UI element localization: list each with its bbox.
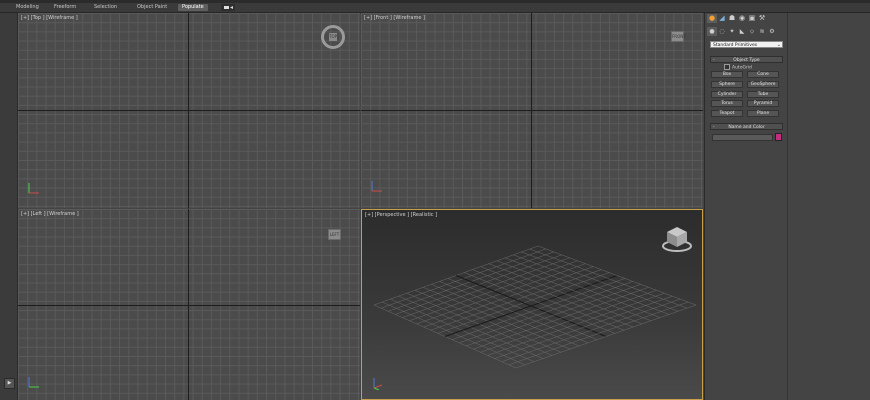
play-button[interactable]: ▶ xyxy=(4,378,15,389)
pyramid-button[interactable]: Pyramid xyxy=(747,100,779,107)
utilities-tab-icon[interactable]: ⚒ xyxy=(757,14,767,23)
grid-line xyxy=(494,295,673,359)
axis-gizmo-icon xyxy=(28,183,39,194)
primitive-type-value: Standard Primitives xyxy=(713,43,758,48)
lights-icon[interactable]: ✦ xyxy=(727,27,737,36)
box-button[interactable]: Box xyxy=(711,71,743,78)
viewcube[interactable]: TOP xyxy=(321,25,345,49)
object-type-rollout-header[interactable]: - Object Type xyxy=(710,56,783,63)
primitive-type-select[interactable]: Standard Primitives ⌄ xyxy=(710,41,783,48)
viewport-top-label[interactable]: [+] [Top ] [Wireframe ] xyxy=(21,15,78,21)
viewport-left[interactable]: [+] [Left ] [Wireframe ] LEFT xyxy=(18,209,360,400)
viewcube-face[interactable]: TOP xyxy=(329,33,337,41)
systems-icon[interactable]: ⚙ xyxy=(767,27,777,36)
category-icons: ● ◌ ✦ ◣ ⬦ ≋ ⚙ xyxy=(707,27,785,36)
ribbon-tab-freeform[interactable]: Freeform xyxy=(50,4,80,11)
viewport-front[interactable]: [+] [Front ] [Wireframe ] FRONT xyxy=(361,13,703,208)
tube-button[interactable]: Tube xyxy=(747,91,779,98)
sphere-button[interactable]: Sphere xyxy=(711,81,743,88)
collapse-icon: - xyxy=(713,125,715,130)
geosphere-button[interactable]: GeoSphere xyxy=(747,81,779,88)
hierarchy-tab-icon[interactable]: ☗ xyxy=(727,14,737,23)
chevron-down-icon: ⌄ xyxy=(776,42,781,48)
axis-gizmo-icon xyxy=(371,181,382,192)
viewport-top[interactable]: [+] [Top ] [Wireframe ] TOP xyxy=(18,13,360,208)
grid-line xyxy=(515,304,697,369)
name-and-color-rollout-header[interactable]: - Name and Color xyxy=(710,123,783,130)
viewport-perspective[interactable]: [+] [Perspective ] [Realistic ] xyxy=(361,209,703,400)
ribbon-tab-populate[interactable]: Populate xyxy=(178,4,208,11)
grid-line xyxy=(537,245,697,306)
space-warps-icon[interactable]: ≋ xyxy=(757,27,767,36)
ribbon-tab-object-paint[interactable]: Object Paint xyxy=(133,4,171,11)
viewport-front-label[interactable]: [+] [Front ] [Wireframe ] xyxy=(364,15,425,21)
ribbon-dropdown[interactable] xyxy=(221,4,235,11)
viewport-left-label[interactable]: [+] [Left ] [Wireframe ] xyxy=(21,211,79,217)
grid-axis-z xyxy=(188,209,189,400)
right-panel xyxy=(787,13,870,400)
create-tab-icon[interactable]: ● xyxy=(707,14,717,23)
ribbon-tab-modeling[interactable]: Modeling xyxy=(12,4,43,11)
grid-axis-x xyxy=(18,110,360,111)
perspective-grid xyxy=(373,245,697,369)
checkbox-icon xyxy=(724,64,730,70)
grid-axis-x xyxy=(361,110,703,111)
name-and-color-title: Name and Color xyxy=(728,125,765,130)
autogrid-label: AutoGrid xyxy=(732,65,752,71)
command-panel: ● ◢ ☗ ◉ ▣ ⚒ ● ◌ ✦ ◣ ⬦ ≋ ⚙ Standard Primitives ⌄ - O… xyxy=(704,13,787,400)
grid-line xyxy=(521,251,679,312)
command-panel-tabs: ● ◢ ☗ ◉ ▣ ⚒ xyxy=(707,14,785,23)
helpers-icon[interactable]: ⬦ xyxy=(747,27,757,36)
object-color-swatch[interactable] xyxy=(775,133,782,141)
cylinder-button[interactable]: Cylinder xyxy=(711,91,743,98)
viewcube-icon[interactable] xyxy=(661,224,697,254)
viewcube[interactable]: LEFT xyxy=(328,229,341,240)
autogrid-checkbox[interactable]: AutoGrid xyxy=(724,64,752,71)
motion-tab-icon[interactable]: ◉ xyxy=(737,14,747,23)
grid-axis-z xyxy=(531,13,532,208)
object-type-title: Object Type xyxy=(733,58,760,63)
cone-button[interactable]: Cone xyxy=(747,71,779,78)
plane-button[interactable]: Plane xyxy=(747,110,779,117)
viewcube[interactable]: FRONT xyxy=(671,31,686,42)
shapes-icon[interactable]: ◌ xyxy=(717,27,727,36)
object-name-field[interactable] xyxy=(712,134,773,141)
grid-line xyxy=(508,301,689,366)
cameras-icon[interactable]: ◣ xyxy=(737,27,747,36)
geometry-icon[interactable]: ● xyxy=(707,27,717,36)
grid-line xyxy=(501,298,681,362)
ribbon: Modeling Freeform Selection Object Paint… xyxy=(0,3,870,13)
teapot-button[interactable]: Teapot xyxy=(711,110,743,117)
left-toolbar: ▶ xyxy=(0,13,18,400)
modify-tab-icon[interactable]: ◢ xyxy=(717,14,727,23)
grid-line xyxy=(529,248,688,309)
torus-button[interactable]: Torus xyxy=(711,100,743,107)
grid-axis-y xyxy=(188,13,189,208)
axis-gizmo-icon xyxy=(373,378,383,390)
ribbon-tab-selection[interactable]: Selection xyxy=(90,4,121,11)
collapse-icon: - xyxy=(713,58,715,63)
grid-axis-y xyxy=(18,305,360,306)
axis-gizmo-icon xyxy=(28,377,39,388)
camera-icon xyxy=(224,6,233,9)
display-tab-icon[interactable]: ▣ xyxy=(747,14,757,23)
